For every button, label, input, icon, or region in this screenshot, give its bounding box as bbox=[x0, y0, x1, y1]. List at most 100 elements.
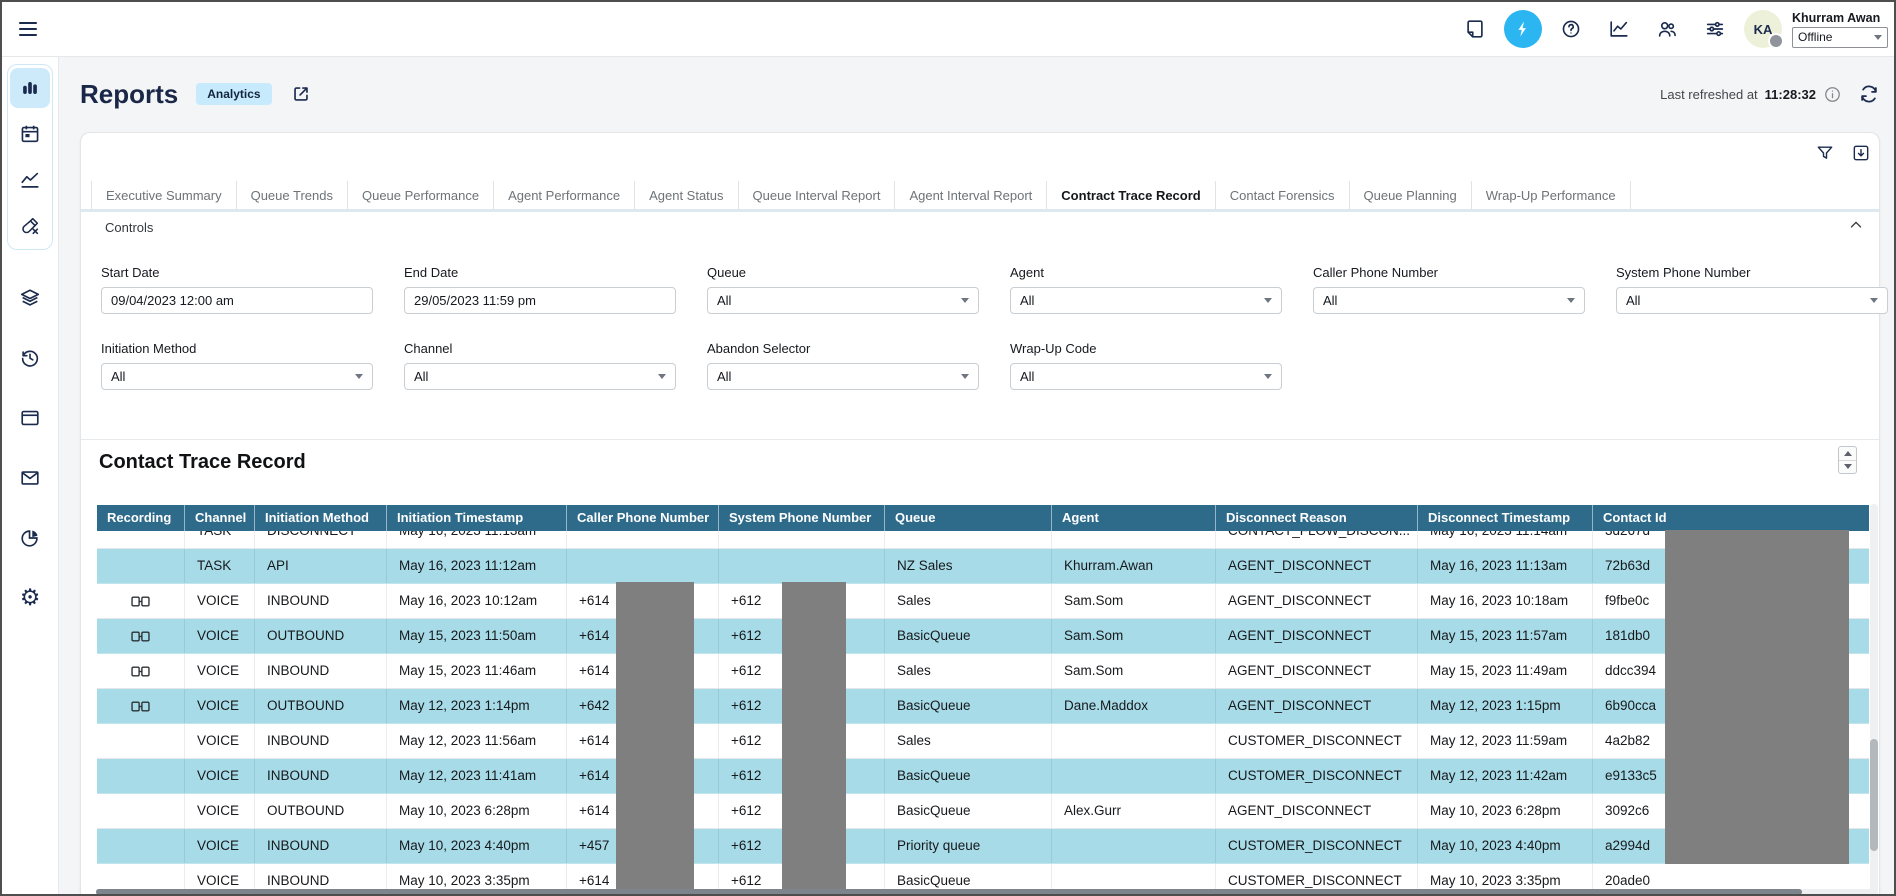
initiation-method-select[interactable]: All bbox=[101, 363, 373, 390]
lightning-icon[interactable] bbox=[1504, 10, 1542, 48]
filter-label: Channel bbox=[404, 341, 676, 356]
refresh-icon[interactable] bbox=[1858, 83, 1880, 105]
stepper-up-icon[interactable] bbox=[1839, 447, 1856, 461]
redaction-overlay bbox=[782, 582, 846, 896]
start-date-input[interactable] bbox=[101, 287, 373, 314]
tab-queue-performance[interactable]: Queue Performance bbox=[347, 181, 493, 209]
table-header-row: RecordingChannelInitiation MethodInitiat… bbox=[97, 505, 1869, 531]
info-icon[interactable] bbox=[1823, 85, 1842, 104]
notes-icon[interactable] bbox=[1456, 10, 1494, 48]
table-cell-channel: VOICE bbox=[185, 759, 255, 793]
settings-sliders-icon[interactable] bbox=[1696, 10, 1734, 48]
filter-icon[interactable] bbox=[1815, 143, 1835, 163]
filter-caller-phone-number: Caller Phone NumberAll bbox=[1313, 265, 1585, 314]
table-cell-initiation_method: INBOUND bbox=[255, 829, 387, 863]
tab-agent-status[interactable]: Agent Status bbox=[634, 181, 737, 209]
tab-queue-interval-report[interactable]: Queue Interval Report bbox=[738, 181, 895, 209]
horizontal-scrollbar[interactable] bbox=[96, 889, 1872, 895]
sidebar-item-window[interactable] bbox=[10, 398, 50, 438]
last-refreshed-label: Last refreshed at bbox=[1660, 87, 1758, 102]
table-scroll-stepper[interactable] bbox=[1838, 446, 1857, 474]
table-cell-channel: VOICE bbox=[185, 829, 255, 863]
tab-agent-performance[interactable]: Agent Performance bbox=[493, 181, 634, 209]
system-phone-number-select[interactable]: All bbox=[1616, 287, 1888, 314]
agent-status-value: Offline bbox=[1798, 30, 1832, 44]
table-row: TASKAPIMay 16, 2023 11:12amNZ SalesKhurr… bbox=[97, 549, 1869, 584]
page-title: Reports bbox=[80, 79, 178, 110]
agent-select[interactable]: All bbox=[1010, 287, 1282, 314]
tab-wrap-up-performance[interactable]: Wrap-Up Performance bbox=[1471, 181, 1631, 209]
table-cell-disconnect_reason: CONTACT_FLOW_DISCON... bbox=[1216, 531, 1418, 548]
table-cell-recording bbox=[97, 619, 185, 653]
sidebar-item-layers[interactable] bbox=[10, 278, 50, 318]
queue-select[interactable]: All bbox=[707, 287, 979, 314]
tab-agent-interval-report[interactable]: Agent Interval Report bbox=[894, 181, 1046, 209]
select-value: All bbox=[717, 293, 731, 308]
help-icon[interactable] bbox=[1552, 10, 1590, 48]
table-body: TASKDISCONNECTMay 16, 2023 11:13amCONTAC… bbox=[97, 531, 1869, 894]
users-icon[interactable] bbox=[1648, 10, 1686, 48]
end-date-input[interactable] bbox=[404, 287, 676, 314]
tab-queue-planning[interactable]: Queue Planning bbox=[1349, 181, 1471, 209]
table-cell-queue: Sales bbox=[885, 724, 1052, 758]
collapse-controls-icon[interactable] bbox=[1847, 216, 1865, 239]
recording-icon[interactable] bbox=[131, 595, 150, 608]
table-row: VOICEINBOUNDMay 12, 2023 11:41am+614+612… bbox=[97, 759, 1869, 794]
sidebar-item-design[interactable] bbox=[10, 206, 50, 246]
horizontal-scrollbar-thumb[interactable] bbox=[96, 889, 1802, 895]
external-link-icon[interactable] bbox=[290, 83, 312, 105]
table-cell-queue: NZ Sales bbox=[885, 549, 1052, 583]
avatar[interactable]: KA bbox=[1744, 10, 1782, 48]
filter-label: System Phone Number bbox=[1616, 265, 1888, 280]
hamburger-menu-icon[interactable] bbox=[16, 17, 42, 43]
table-cell-agent bbox=[1052, 724, 1216, 758]
wrap-up-code-select[interactable]: All bbox=[1010, 363, 1282, 390]
select-value: All bbox=[414, 369, 428, 384]
select-value: All bbox=[717, 369, 731, 384]
table-cell-caller_phone_number bbox=[567, 531, 719, 548]
tab-contact-forensics[interactable]: Contact Forensics bbox=[1215, 181, 1349, 209]
sidebar-item-history[interactable] bbox=[10, 338, 50, 378]
table-title: Contact Trace Record bbox=[99, 451, 306, 474]
agent-status-select[interactable]: Offline bbox=[1792, 27, 1888, 48]
caller-phone-number-select[interactable]: All bbox=[1313, 287, 1585, 314]
tab-queue-trends[interactable]: Queue Trends bbox=[236, 181, 347, 209]
sidebar-item-pie-chart[interactable] bbox=[10, 518, 50, 558]
table-cell-recording bbox=[97, 549, 185, 583]
channel-select[interactable]: All bbox=[404, 363, 676, 390]
sidebar-item-settings[interactable]: ⚙ bbox=[10, 578, 50, 618]
chevron-down-icon bbox=[1874, 35, 1882, 40]
tab-contract-trace-record[interactable]: Contract Trace Record bbox=[1046, 181, 1214, 209]
recording-icon[interactable] bbox=[131, 700, 150, 713]
stepper-down-icon[interactable] bbox=[1839, 461, 1856, 474]
tab-executive-summary[interactable]: Executive Summary bbox=[91, 181, 236, 209]
table-cell-channel: VOICE bbox=[185, 689, 255, 723]
table-cell-disconnect_timestamp: May 15, 2023 11:57am bbox=[1418, 619, 1593, 653]
table-cell-initiation_timestamp: May 10, 2023 6:28pm bbox=[387, 794, 567, 828]
app-window: KAKhurram AwanOffline ⚙ Reports Analytic… bbox=[0, 0, 1896, 896]
sidebar-item-calendar[interactable] bbox=[10, 114, 50, 154]
download-icon[interactable] bbox=[1851, 143, 1871, 163]
filter-label: Abandon Selector bbox=[707, 341, 979, 356]
chevron-down-icon bbox=[1264, 298, 1272, 303]
sidebar-item-reports[interactable] bbox=[10, 68, 50, 108]
table-cell-channel: VOICE bbox=[185, 584, 255, 618]
recording-icon[interactable] bbox=[131, 665, 150, 678]
contact-trace-table: RecordingChannelInitiation MethodInitiat… bbox=[97, 505, 1869, 894]
table-cell-disconnect_timestamp: May 12, 2023 11:59am bbox=[1418, 724, 1593, 758]
vertical-scrollbar-thumb[interactable] bbox=[1870, 739, 1878, 851]
recording-icon[interactable] bbox=[131, 630, 150, 643]
chevron-down-icon bbox=[961, 374, 969, 379]
metrics-chart-icon[interactable] bbox=[1600, 10, 1638, 48]
sidebar-item-trends[interactable] bbox=[10, 160, 50, 200]
sidebar-item-mail[interactable] bbox=[10, 458, 50, 498]
column-header-disconnect-reason: Disconnect Reason bbox=[1216, 505, 1418, 531]
table-cell-channel: TASK bbox=[185, 531, 255, 548]
chevron-down-icon bbox=[658, 374, 666, 379]
filter-wrap-up-code: Wrap-Up CodeAll bbox=[1010, 341, 1282, 390]
chevron-down-icon bbox=[355, 374, 363, 379]
vertical-scrollbar[interactable] bbox=[1870, 504, 1878, 896]
table-row: VOICEOUTBOUNDMay 15, 2023 11:50am+614+61… bbox=[97, 619, 1869, 654]
table-cell-recording bbox=[97, 531, 185, 548]
abandon-selector-select[interactable]: All bbox=[707, 363, 979, 390]
